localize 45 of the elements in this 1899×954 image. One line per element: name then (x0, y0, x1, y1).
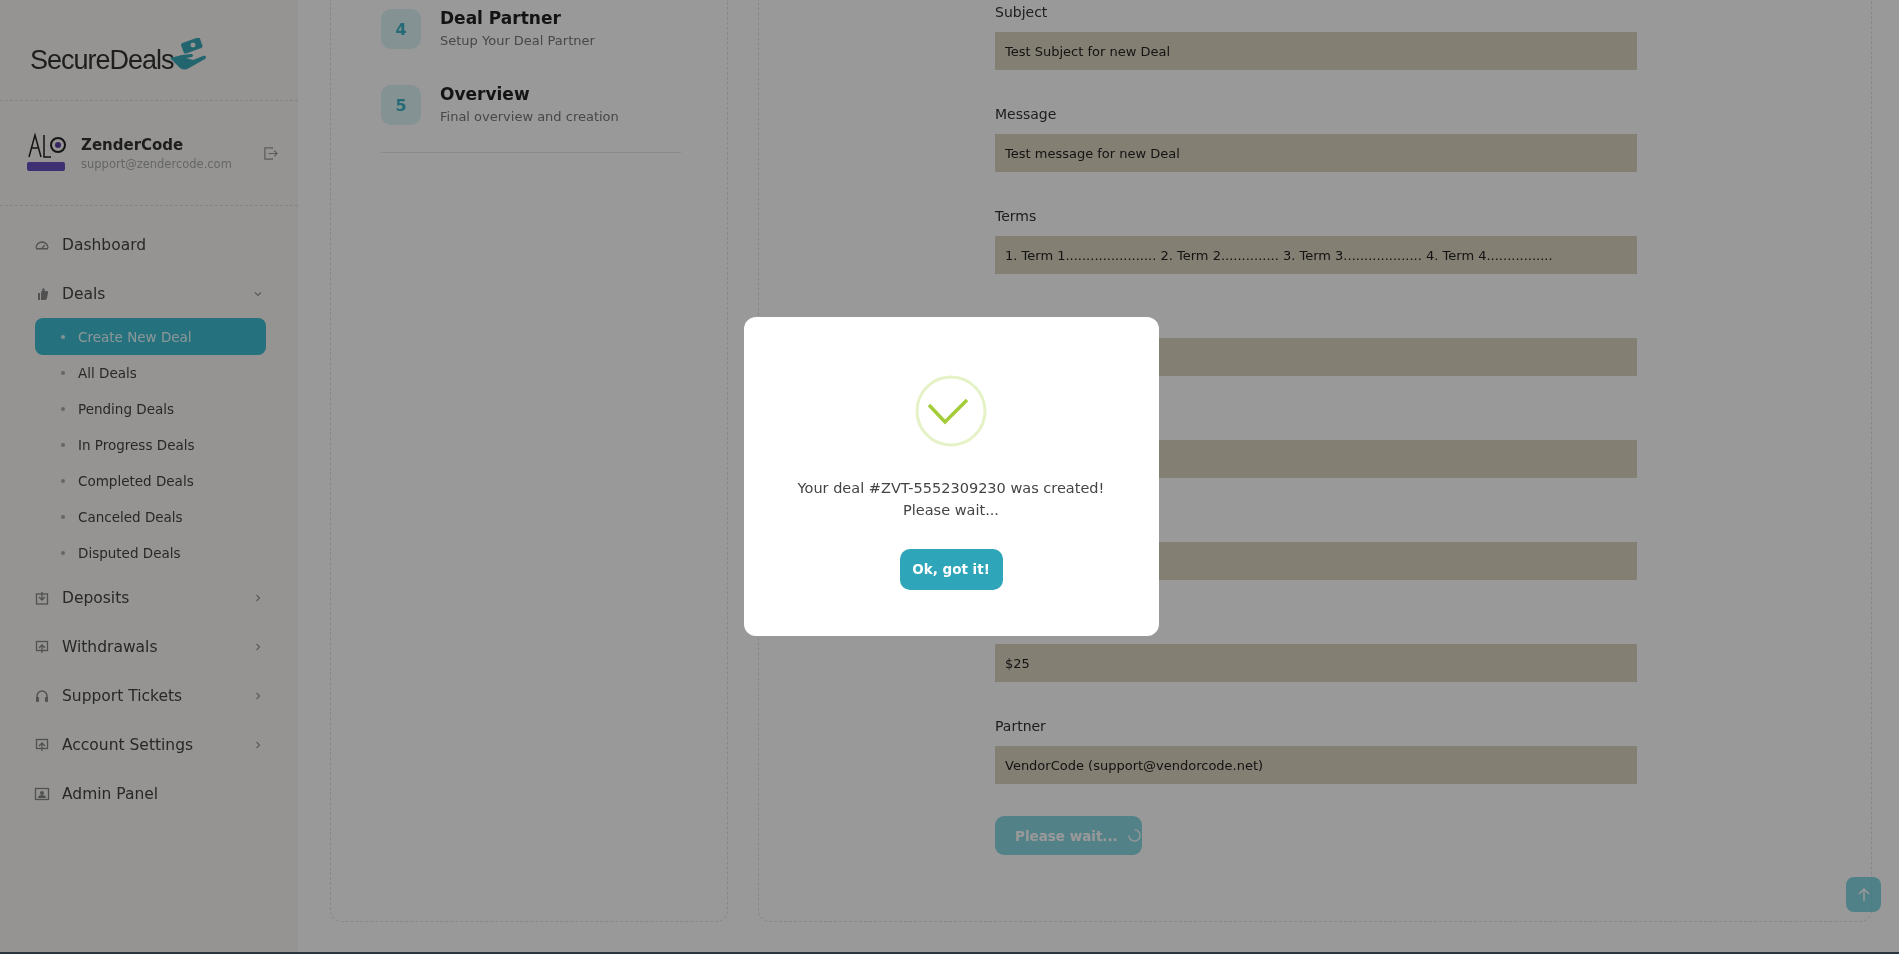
input-field[interactable]: $25 (995, 644, 1637, 682)
scroll-top-button[interactable] (1846, 877, 1881, 912)
user-name: ZenderCode (81, 135, 185, 154)
submenu-item[interactable]: Canceled Deals (35, 499, 266, 535)
brand-name: SecureDeals (30, 47, 174, 74)
chevron-icon[interactable] (253, 641, 263, 652)
chevron-icon[interactable] (253, 592, 263, 603)
nav-item[interactable]: Dashboard (0, 220, 298, 269)
chevron-icon[interactable] (253, 690, 263, 701)
input-field[interactable]: 1. Term 1...................... 2. Term 2.............. 3. Term 3................... 4. Term 4................ (995, 236, 1637, 274)
submenu-item[interactable]: In Progress Deals (35, 427, 266, 463)
nav-item[interactable]: Withdrawals (0, 622, 253, 671)
step-number: 4 (381, 9, 421, 49)
submenu-item[interactable]: All Deals (35, 355, 266, 391)
logout-icon[interactable] (263, 145, 278, 161)
nav-item[interactable]: Account Settings (0, 720, 253, 769)
chevron-icon[interactable] (253, 739, 263, 750)
nav-item[interactable]: Deposits (0, 573, 253, 622)
dialog-note: Please wait... (903, 501, 999, 518)
submenu-item[interactable]: Completed Deals (35, 463, 266, 499)
step-number: 5 (381, 85, 421, 125)
field-label: Terms (995, 207, 1038, 226)
input-field[interactable]: Test Subject for new Deal (995, 32, 1637, 70)
submenu-item[interactable]: Pending Deals (35, 391, 266, 427)
field-label: Subject (995, 3, 1049, 22)
step-title: Overview (440, 84, 531, 104)
field-label: Partner (995, 717, 1047, 736)
input-field[interactable]: VendorCode (support@vendorcode.net) (995, 746, 1637, 784)
submenu-item[interactable]: Disputed Deals (35, 535, 266, 571)
step-title: Deal Partner (440, 8, 562, 28)
nav-item[interactable]: Support Tickets (0, 671, 253, 720)
user-card-icon (34, 785, 50, 802)
input-field[interactable]: Test message for new Deal (995, 134, 1637, 172)
step-subtitle: Final overview and creation (440, 109, 619, 124)
dialog-message: Your deal #ZVT-5552309230 was created! (797, 479, 1105, 496)
step-subtitle: Setup Your Deal Partner (440, 33, 595, 48)
upload-icon (34, 736, 50, 753)
headset-icon (34, 687, 50, 704)
upload-icon (34, 638, 50, 655)
field-label: Message (995, 105, 1058, 124)
ok-button[interactable]: Ok, got it! (899, 548, 1003, 590)
nav-item[interactable]: Deals (0, 269, 253, 318)
download-icon (34, 589, 50, 606)
checkmark-icon (915, 374, 987, 447)
nav-item[interactable]: Admin Panel (0, 769, 298, 818)
